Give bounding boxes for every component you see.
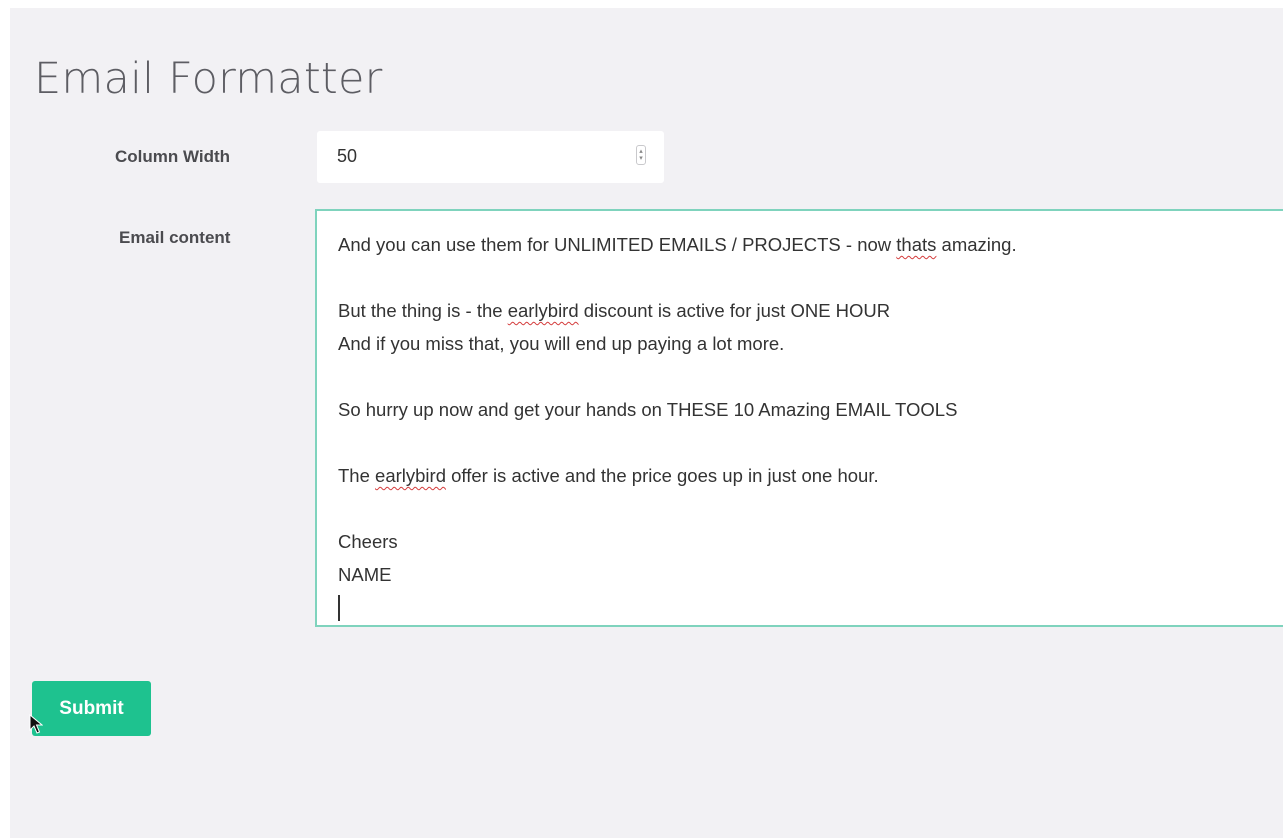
submit-button[interactable]: Submit (32, 681, 151, 736)
email-line: And if you miss that, you will end up pa… (338, 333, 785, 354)
number-spinner-icon[interactable]: ▴ ▾ (636, 145, 646, 165)
mouse-pointer-icon (29, 714, 43, 734)
misspelled-word: earlybird (375, 465, 446, 486)
email-content-label: Email content (119, 228, 231, 247)
column-width-value[interactable]: 50 (337, 146, 357, 167)
misspelled-word: thats (896, 234, 937, 255)
column-width-input[interactable]: 50 ▴ ▾ (317, 131, 664, 183)
page-title: Email Formatter (34, 54, 383, 104)
spinner-down-icon[interactable]: ▾ (639, 155, 643, 162)
email-line: NAME (338, 564, 392, 585)
text-caret (338, 595, 340, 621)
email-line: And you can use them for UNLIMITED EMAIL… (338, 234, 1017, 255)
text-caret-line (338, 591, 1283, 624)
misspelled-word: earlybird (507, 300, 579, 321)
email-line: But the thing is - the earlybird discoun… (338, 300, 891, 321)
email-line: The earlybird offer is active and the pr… (338, 465, 879, 486)
email-line: So hurry up now and get your hands on TH… (338, 399, 958, 420)
email-content-textarea[interactable]: And you can use them for UNLIMITED EMAIL… (315, 209, 1283, 627)
page-container: Email Formatter Column Width 50 ▴ ▾ Emai… (10, 8, 1283, 838)
email-line: Cheers (338, 531, 398, 552)
spinner-up-icon[interactable]: ▴ (639, 148, 643, 155)
column-width-label: Column Width (115, 147, 231, 166)
